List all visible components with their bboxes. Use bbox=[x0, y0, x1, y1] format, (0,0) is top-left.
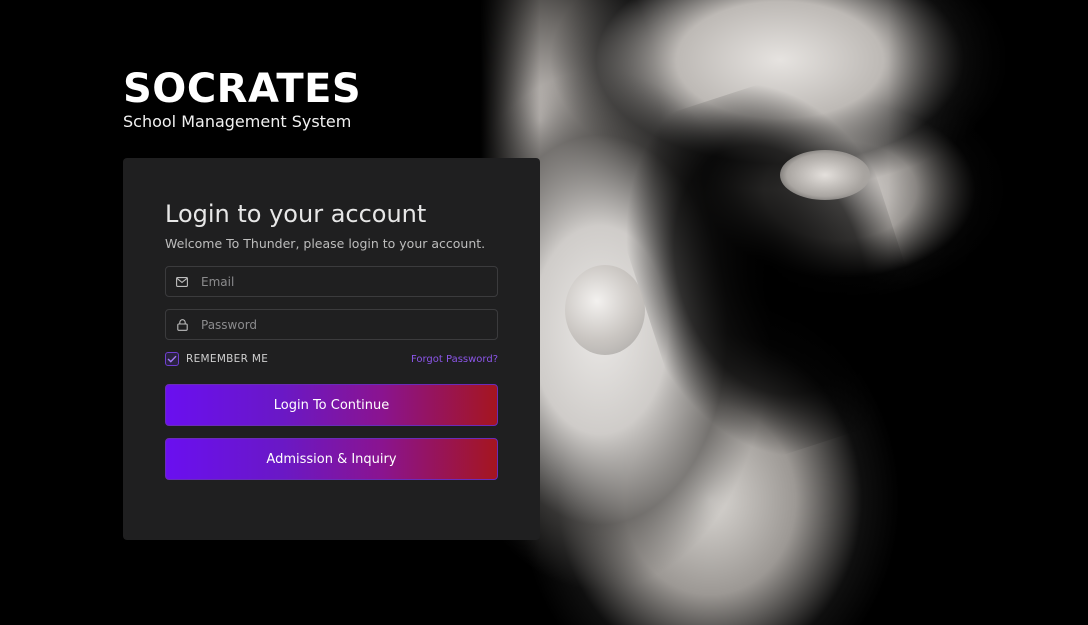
lock-icon bbox=[175, 318, 189, 332]
check-icon bbox=[167, 355, 177, 363]
login-page: SOCRATES School Management System Login … bbox=[0, 0, 1088, 625]
email-input[interactable] bbox=[201, 267, 497, 296]
forgot-password-link[interactable]: Forgot Password? bbox=[411, 354, 498, 365]
brand-subtitle: School Management System bbox=[123, 112, 352, 131]
email-field[interactable] bbox=[165, 266, 498, 297]
remember-me[interactable]: REMEMBER ME bbox=[165, 352, 268, 366]
login-title: Login to your account bbox=[165, 200, 427, 228]
brand-title: SOCRATES bbox=[123, 66, 362, 112]
login-card: Login to your account Welcome To Thunder… bbox=[123, 158, 540, 540]
mail-icon bbox=[175, 275, 189, 289]
socrates-statue-image bbox=[480, 0, 1088, 625]
admission-inquiry-button[interactable]: Admission & Inquiry bbox=[165, 438, 498, 480]
remember-me-label: REMEMBER ME bbox=[186, 353, 269, 365]
login-button[interactable]: Login To Continue bbox=[165, 384, 498, 426]
options-row: REMEMBER ME Forgot Password? bbox=[165, 352, 498, 366]
brand-header: SOCRATES School Management System bbox=[123, 66, 361, 132]
password-field[interactable] bbox=[165, 309, 498, 340]
password-input[interactable] bbox=[201, 310, 497, 339]
welcome-text: Welcome To Thunder, please login to your… bbox=[165, 236, 486, 251]
remember-me-checkbox[interactable] bbox=[165, 352, 179, 366]
